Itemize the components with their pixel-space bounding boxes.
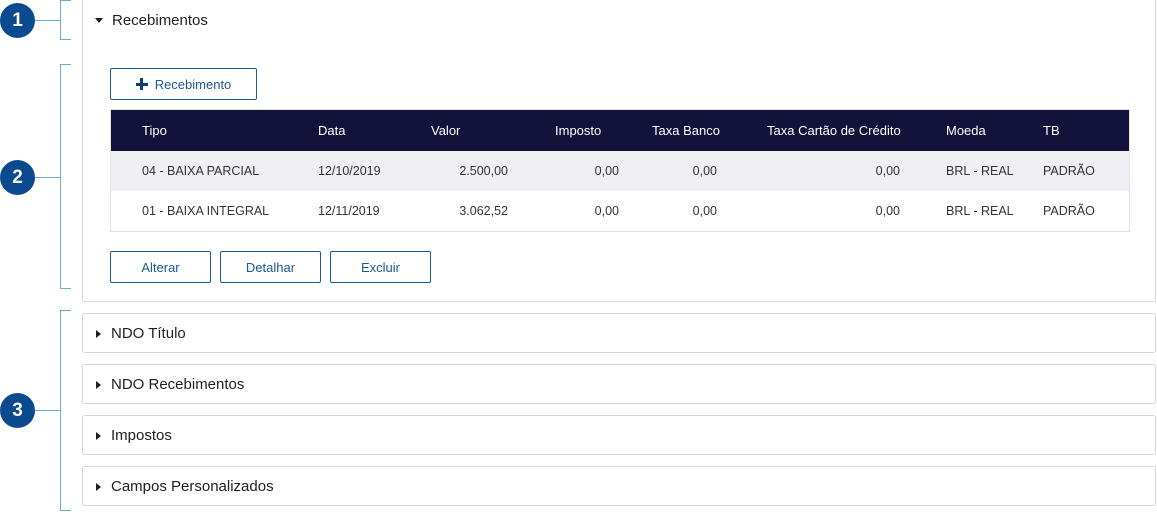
column-header-tb[interactable]: TB [999,123,1099,138]
cell-tipo: 04 - BAIXA PARCIAL [142,164,260,178]
section-impostos[interactable]: Impostos [82,415,1156,455]
callout-marker-2: 2 [0,160,35,195]
add-recebimento-button[interactable]: Recebimento [110,68,257,100]
column-header-moeda[interactable]: Moeda [900,123,999,138]
alterar-button[interactable]: Alterar [110,251,211,283]
caret-right-icon [96,482,101,491]
column-header-taxa-banco[interactable]: Taxa Banco [619,123,720,138]
recebimentos-panel-header[interactable]: Recebimentos [95,12,208,29]
section-title: Impostos [111,427,172,444]
section-header[interactable]: Impostos [95,427,172,444]
callout-bracket-1 [60,0,71,40]
table-row[interactable]: 01 - BAIXA INTEGRAL 12/11/2019 3.062,52 … [111,191,1129,231]
plus-icon [135,78,148,90]
recebimentos-table: Tipo Data Valor Imposto Taxa Banco Taxa … [110,109,1130,232]
callout-marker-3: 3 [0,393,35,428]
add-recebimento-label: Recebimento [154,76,232,92]
recebimentos-title: Recebimentos [112,12,208,29]
callout-connector-2 [35,177,60,178]
column-header-valor[interactable]: Valor [391,123,508,138]
section-ndo-titulo[interactable]: NDO Título [82,313,1156,353]
callout-bracket-2 [60,64,71,289]
callout-bracket-3 [60,310,71,511]
cell-imposto: 0,00 [594,204,619,218]
cell-tipo: 01 - BAIXA INTEGRAL [142,204,270,218]
caret-right-icon [96,431,101,440]
cell-moeda: BRL - REAL [946,164,1014,178]
column-header-tipo[interactable]: Tipo [111,123,287,138]
cell-taxa-cartao: 0,00 [875,204,900,218]
detalhar-button[interactable]: Detalhar [220,251,321,283]
callout-marker-1: 1 [0,3,35,38]
section-title: NDO Título [111,325,186,342]
cell-valor: 2.500,00 [459,164,508,178]
caret-down-icon [95,18,103,23]
section-campos-personalizados[interactable]: Campos Personalizados [82,466,1156,506]
cell-tb: PADRÃO [1043,204,1095,218]
excluir-button[interactable]: Excluir [330,251,431,283]
cell-data: 12/11/2019 [318,204,380,218]
cell-imposto: 0,00 [594,164,619,178]
section-header[interactable]: NDO Título [95,325,186,342]
section-title: Campos Personalizados [111,478,274,495]
section-ndo-recebimentos[interactable]: NDO Recebimentos [82,364,1156,404]
cell-taxa-banco: 0,00 [692,164,717,178]
cell-tb: PADRÃO [1043,164,1095,178]
recebimentos-panel: Recebimentos Recebimento Tipo Data Valor… [82,0,1156,302]
column-header-taxa-cartao[interactable]: Taxa Cartão de Crédito [717,123,901,138]
cell-taxa-cartao: 0,00 [875,164,900,178]
column-header-imposto[interactable]: Imposto [508,123,619,138]
callout-connector-3 [35,410,60,411]
cell-moeda: BRL - REAL [946,204,1014,218]
cell-data: 12/10/2019 [318,164,381,178]
table-row[interactable]: 04 - BAIXA PARCIAL 12/10/2019 2.500,00 0… [111,151,1129,191]
section-header[interactable]: NDO Recebimentos [95,376,244,393]
table-header: Tipo Data Valor Imposto Taxa Banco Taxa … [111,110,1129,151]
callout-connector-1 [35,20,60,21]
caret-right-icon [96,329,101,338]
section-title: NDO Recebimentos [111,376,245,393]
cell-taxa-banco: 0,00 [692,204,717,218]
column-header-data[interactable]: Data [287,123,391,138]
section-header[interactable]: Campos Personalizados [95,478,274,495]
caret-right-icon [96,380,101,389]
cell-valor: 3.062,52 [459,204,508,218]
